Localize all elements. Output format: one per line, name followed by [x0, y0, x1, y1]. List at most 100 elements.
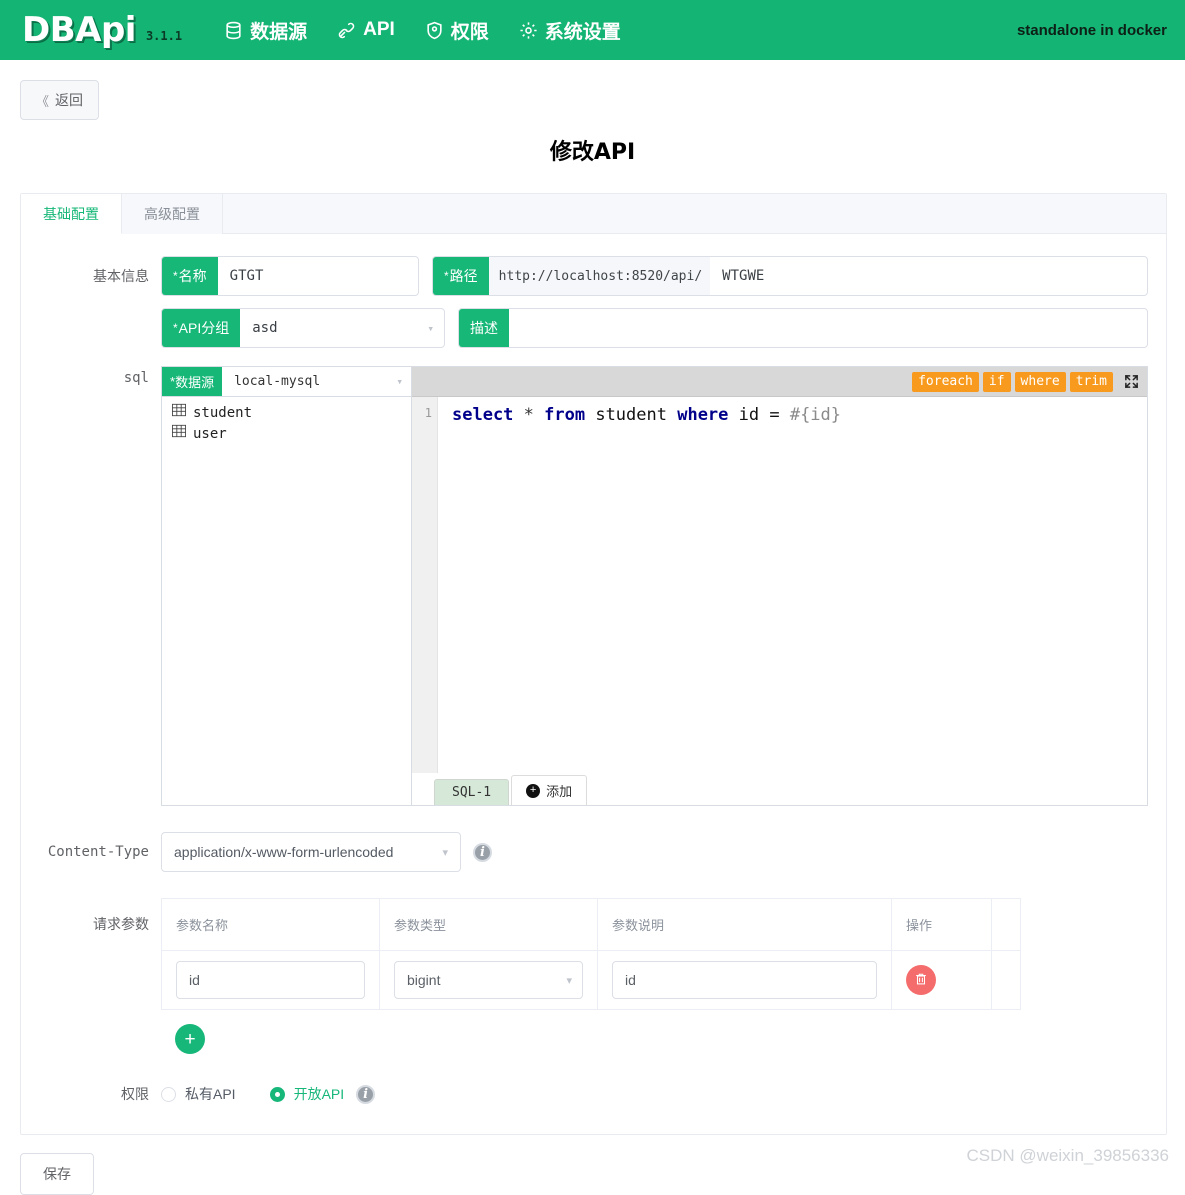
- fullscreen-icon[interactable]: [1124, 374, 1139, 389]
- sql-toolbar: foreach if where trim: [412, 367, 1147, 397]
- delete-param-button[interactable]: [906, 965, 936, 995]
- api-path-input[interactable]: [710, 257, 1147, 295]
- basic-info-row-2: * API分组 asd ▾ 描述: [39, 308, 1148, 348]
- page-title: 修改API: [549, 140, 636, 165]
- sql-row: sql * 数据源 local-mysql ▾ student user for…: [39, 366, 1148, 806]
- where-tag-button[interactable]: where: [1014, 371, 1066, 392]
- api-link-icon: [337, 21, 356, 40]
- api-description-group: 描述: [458, 308, 1148, 348]
- trim-tag-button[interactable]: trim: [1069, 371, 1113, 392]
- chevron-down-icon: ▾: [566, 974, 572, 987]
- datasource-prefix-label: 数据源: [175, 375, 215, 390]
- required-star: *: [173, 321, 178, 335]
- tab-basic-config[interactable]: 基础配置: [21, 194, 122, 234]
- cell-param-name: [161, 950, 380, 1010]
- list-item[interactable]: user: [172, 424, 411, 445]
- param-type-value: bigint: [407, 972, 441, 988]
- watermark: CSDN @weixin_39856336: [966, 1146, 1169, 1165]
- required-star: *: [173, 269, 178, 283]
- nav-item-permission[interactable]: 权限: [425, 17, 489, 44]
- sql-token-keyword: select: [452, 405, 514, 425]
- content-type-select[interactable]: application/x-www-form-urlencoded ▾: [161, 832, 461, 872]
- content-type-label: Content-Type: [47, 844, 149, 860]
- request-params-table: 参数名称 参数类型 参数说明 操作 id bigint ▾ id: [161, 898, 1021, 1010]
- tab-label: 基础配置: [43, 206, 99, 222]
- basic-info-label-spacer: [39, 308, 161, 318]
- datasource-prefix: * 数据源: [162, 367, 223, 396]
- sql-token-operator: *: [513, 405, 545, 425]
- sql-token-param: #{id}: [789, 405, 842, 425]
- column-header-param-name: 参数名称: [161, 898, 380, 951]
- api-name-prefix: * 名称: [162, 257, 218, 295]
- param-type-select[interactable]: bigint ▾: [394, 961, 583, 999]
- nav-item-api[interactable]: API: [337, 19, 395, 41]
- save-button[interactable]: 保存: [20, 1153, 94, 1195]
- tab-bar: 基础配置 高级配置: [21, 194, 1166, 234]
- plus-icon: +: [526, 783, 541, 798]
- sql-left-pane: * 数据源 local-mysql ▾ student user: [162, 367, 412, 805]
- back-button-label: 返回: [55, 92, 84, 108]
- column-header-empty: [991, 898, 1021, 951]
- api-description-input[interactable]: [509, 309, 1147, 347]
- permission-row: 权限 私有API 开放API i: [39, 1084, 1148, 1104]
- config-card: 基础配置 高级配置 基本信息 *名称 *路径 http://: [20, 193, 1167, 1135]
- nav-item-label: API: [363, 19, 395, 40]
- column-header-param-desc: 参数说明: [597, 898, 892, 951]
- radio-label: 开放API: [293, 1086, 345, 1102]
- basic-info-label: 基本信息: [93, 268, 149, 284]
- back-button[interactable]: 《 返回: [20, 80, 100, 120]
- request-params-row: 请求参数 参数名称 参数类型 参数说明 操作 id bigint ▾ id +: [39, 898, 1148, 1054]
- content-type-value: application/x-www-form-urlencoded: [174, 844, 394, 860]
- if-tag-button[interactable]: if: [982, 371, 1011, 392]
- datasource-value: local-mysql: [234, 374, 321, 389]
- param-description-input[interactable]: [612, 961, 877, 999]
- sql-tab-1[interactable]: SQL-1: [434, 779, 510, 805]
- basic-info-fields-1: *名称 *路径 http://localhost:8520/api/: [161, 256, 1148, 296]
- nav-item-settings[interactable]: 系统设置: [519, 17, 621, 44]
- api-description-prefix: 描述: [459, 309, 509, 347]
- api-name-group: * 名称: [161, 256, 419, 296]
- datasource-select[interactable]: local-mysql ▾: [222, 367, 411, 396]
- editor-line-numbers: 1: [412, 397, 438, 773]
- sql-code[interactable]: select * from student where id = #{id}: [438, 397, 1147, 773]
- api-group-select[interactable]: asd ▾: [240, 309, 444, 347]
- nav-item-label: 系统设置: [544, 21, 621, 43]
- app-logo[interactable]: DBApi: [22, 13, 136, 47]
- api-path-group: * 路径 http://localhost:8520/api/: [432, 256, 1148, 296]
- sql-token-plain: student: [585, 405, 678, 425]
- basic-info-fields-2: * API分组 asd ▾ 描述: [161, 308, 1148, 348]
- api-group-value: asd: [252, 320, 278, 336]
- add-sql-tab-button[interactable]: + 添加: [511, 775, 588, 805]
- foreach-tag-button[interactable]: foreach: [912, 371, 979, 392]
- top-navbar: DBApi 3.1.1 数据源 API 权限 系统设置 standalone i…: [0, 0, 1185, 60]
- sql-label: sql: [123, 370, 149, 386]
- basic-info-row-1: 基本信息 *名称 *路径 http://localhost:8520/api/: [39, 256, 1148, 296]
- tab-label: 高级配置: [144, 206, 200, 222]
- table-list: student user: [162, 397, 411, 805]
- param-name-input[interactable]: [176, 961, 365, 999]
- info-icon[interactable]: i: [473, 842, 492, 862]
- nav-items: 数据源 API 权限 系统设置: [224, 17, 621, 44]
- card-body: 基本信息 *名称 *路径 http://localhost:8520/api/: [21, 234, 1166, 1134]
- chevron-left-double-icon: 《: [36, 93, 50, 109]
- permission-label: 权限: [121, 1086, 149, 1102]
- radio-open-api[interactable]: 开放API: [269, 1084, 345, 1104]
- api-path-prefix-label: 路径: [449, 268, 478, 284]
- column-header-param-type: 参数类型: [379, 898, 598, 951]
- api-name-input[interactable]: [217, 257, 418, 295]
- nav-item-label: 权限: [450, 21, 489, 43]
- shield-icon: [425, 21, 444, 40]
- info-icon[interactable]: i: [356, 1084, 376, 1104]
- cell-param-desc: [597, 950, 892, 1010]
- content-type-row: Content-Type application/x-www-form-urle…: [39, 832, 1148, 872]
- radio-private-api[interactable]: 私有API: [161, 1084, 236, 1104]
- tab-advanced-config[interactable]: 高级配置: [122, 194, 223, 234]
- sql-token-plain: id =: [728, 405, 790, 425]
- nav-item-datasource[interactable]: 数据源: [224, 17, 307, 44]
- sql-editor[interactable]: 1 select * from student where id = #{id}: [412, 397, 1147, 773]
- chevron-down-icon: ▾: [396, 375, 403, 388]
- api-group-prefix-label: API分组: [178, 320, 230, 336]
- chevron-down-icon: ▾: [442, 846, 448, 859]
- list-item[interactable]: student: [172, 403, 411, 424]
- add-param-button[interactable]: +: [175, 1024, 205, 1054]
